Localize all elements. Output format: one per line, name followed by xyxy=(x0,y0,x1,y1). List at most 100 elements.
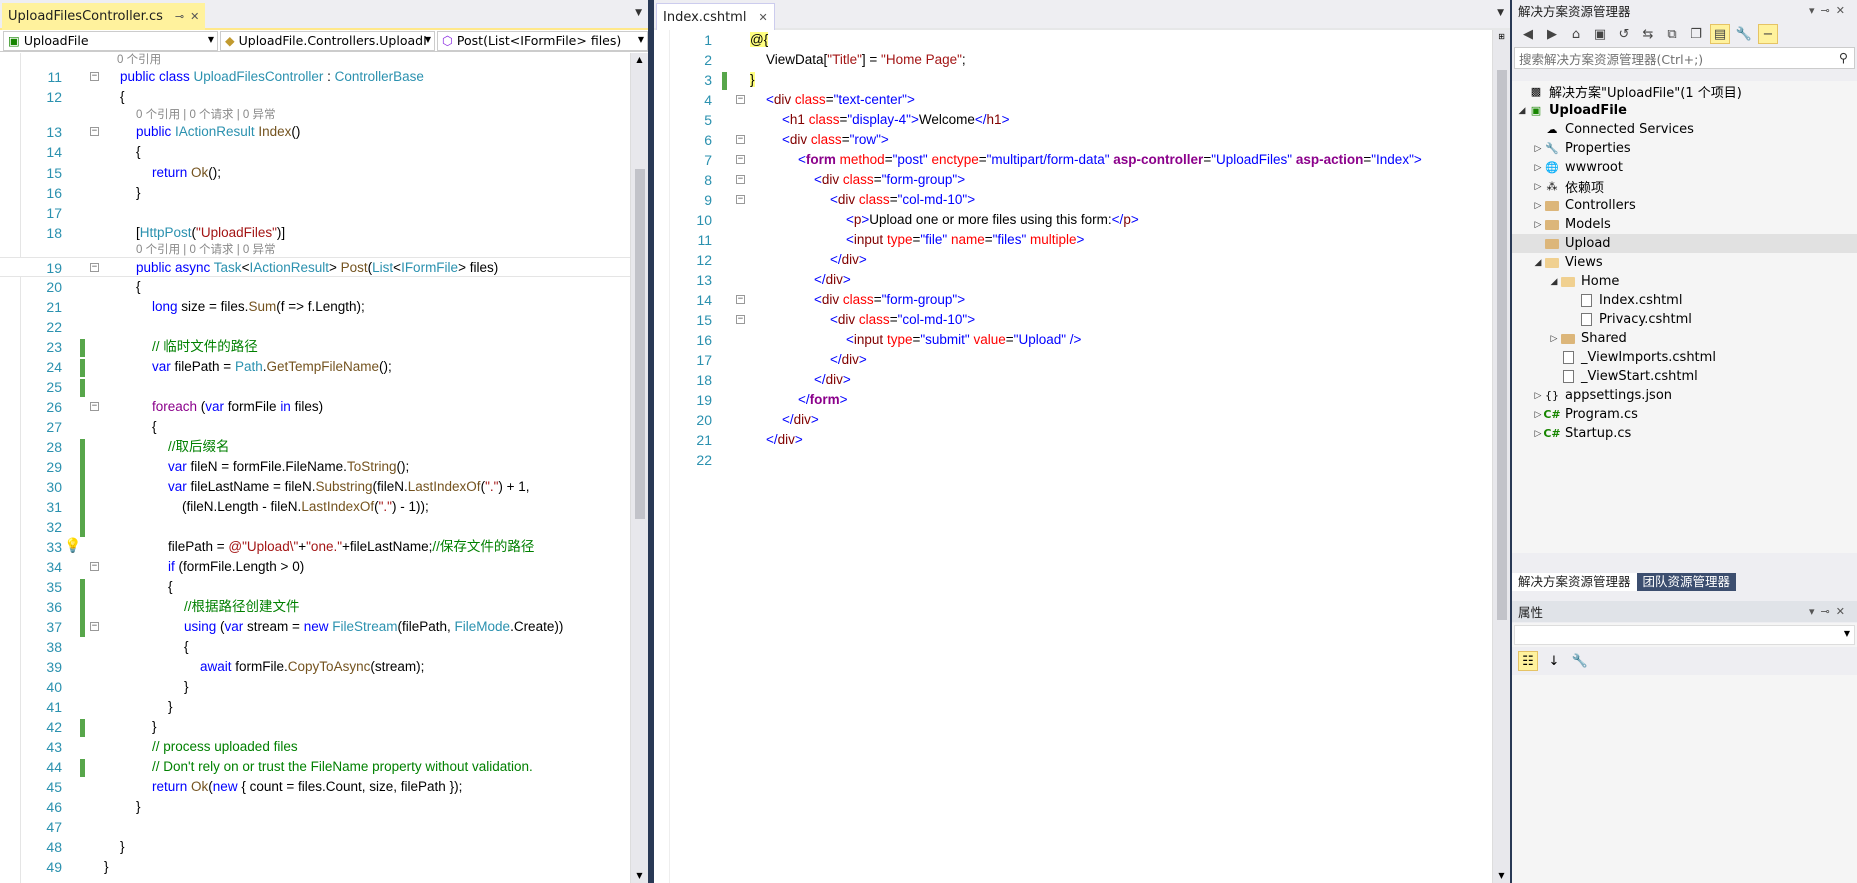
line-number: 18 xyxy=(46,225,62,241)
collapsed-icon[interactable]: ▷ xyxy=(1532,429,1544,439)
sync-icon[interactable]: ⇆ xyxy=(1638,24,1658,44)
pin-icon[interactable]: − xyxy=(1758,24,1778,44)
collapse-icon[interactable]: − xyxy=(90,562,99,571)
tree-item-connected-services[interactable]: ☁ Connected Services xyxy=(1512,120,1857,139)
code-area[interactable]: 0 个引用 11 − public class UploadFilesControl… xyxy=(0,53,648,883)
tree-item-shared[interactable]: ▷ Shared xyxy=(1512,329,1857,348)
line-number: 41 xyxy=(46,699,62,715)
tab-team-explorer[interactable]: 团队资源管理器 xyxy=(1636,573,1737,591)
tab-uploadfilescontroller[interactable]: UploadFilesController.cs ⊸ ✕ xyxy=(2,3,206,30)
collapse-icon[interactable]: − xyxy=(736,175,745,184)
tree-item-solution[interactable]: ▩ 解决方案"UploadFile"(1 个项目) xyxy=(1512,82,1857,101)
line-number: 48 xyxy=(46,839,62,855)
tab-solution-explorer[interactable]: 解决方案资源管理器 xyxy=(1512,573,1637,591)
tree-item-upload[interactable]: Upload xyxy=(1512,234,1857,253)
search-icon[interactable]: ⚲ xyxy=(1839,50,1848,65)
tree-item-dependencies[interactable]: ▷ ⁂ 依赖项 xyxy=(1512,177,1857,196)
tree-item-program-cs[interactable]: ▷ C# Program.cs xyxy=(1512,405,1857,424)
object-selector-dropdown[interactable]: ▼ xyxy=(1514,625,1855,645)
collapse-icon[interactable]: − xyxy=(90,72,99,81)
tree-item-viewstart[interactable]: _ViewStart.cshtml xyxy=(1512,367,1857,386)
collapsed-icon[interactable]: ▷ xyxy=(1532,144,1544,154)
alphabetical-icon[interactable]: ↓ xyxy=(1544,651,1564,671)
code-line: } xyxy=(152,719,157,734)
collapse-icon[interactable]: − xyxy=(90,127,99,136)
code-line: <div class="form-group"> xyxy=(814,292,966,307)
tab-list-dropdown-icon[interactable]: ▼ xyxy=(1497,8,1504,18)
collapse-icon[interactable]: − xyxy=(90,402,99,411)
home-icon[interactable]: ⌂ xyxy=(1566,24,1586,44)
tree-item-models[interactable]: ▷ Models xyxy=(1512,215,1857,234)
collapse-icon[interactable]: − xyxy=(736,155,745,164)
collapse-icon[interactable]: − xyxy=(736,195,745,204)
codelens[interactable]: 0 个引用 | 0 个请求 | 0 异常 xyxy=(136,243,276,257)
scroll-down-icon[interactable]: ▼ xyxy=(1493,869,1510,883)
solution-search-input[interactable]: 搜索解决方案资源管理器(Ctrl+;) ⚲ xyxy=(1514,47,1855,69)
line-number: 13 xyxy=(696,272,712,288)
tree-item-label: 依赖项 xyxy=(1565,181,1605,196)
close-icon[interactable]: ✕ xyxy=(190,10,199,23)
type-dropdown[interactable]: ◆ UploadFile.Controllers.UploadI ▼ xyxy=(220,30,435,51)
collapse-icon[interactable]: − xyxy=(736,295,745,304)
line-number: 9 xyxy=(704,192,712,208)
tab-index-cshtml[interactable]: Index.cshtml ✕ xyxy=(656,3,775,30)
collapse-all-icon[interactable]: ⧉ xyxy=(1662,24,1682,44)
expanded-icon[interactable]: ◢ xyxy=(1548,277,1560,287)
scroll-down-icon[interactable]: ▼ xyxy=(631,869,648,883)
close-icon[interactable]: ✕ xyxy=(758,11,767,24)
tree-item-properties[interactable]: ▷ 🔧 Properties xyxy=(1512,139,1857,158)
tree-item-index-cshtml[interactable]: Index.cshtml xyxy=(1512,291,1857,310)
scroll-thumb[interactable] xyxy=(635,169,645,519)
categorized-icon[interactable]: ☷ xyxy=(1518,651,1538,671)
window-controls[interactable]: ▾⊸✕ xyxy=(1809,605,1851,618)
tree-item-appsettings[interactable]: ▷{} appsettings.json xyxy=(1512,386,1857,405)
properties-wrench-icon[interactable]: 🔧 xyxy=(1734,24,1754,44)
split-icon[interactable]: ⊞ xyxy=(1493,30,1510,44)
tree-item-privacy-cshtml[interactable]: Privacy.cshtml xyxy=(1512,310,1857,329)
forward-icon[interactable]: ▶ xyxy=(1542,24,1562,44)
wrench-icon[interactable]: 🔧 xyxy=(1570,651,1590,671)
tree-item-project[interactable]: ◢ ▣ UploadFile xyxy=(1512,101,1857,120)
tree-item-wwwroot[interactable]: ▷ 🌐 wwwroot xyxy=(1512,158,1857,177)
member-dropdown[interactable]: ⬡ Post(List<IFormFile> files) ▼ xyxy=(437,30,648,51)
vertical-scrollbar[interactable]: ⊞ ▼ xyxy=(1492,30,1510,883)
collapse-icon[interactable]: − xyxy=(736,135,745,144)
codelens[interactable]: 0 个引用 xyxy=(117,53,161,67)
collapsed-icon[interactable]: ▷ xyxy=(1532,391,1544,401)
collapsed-icon[interactable]: ▷ xyxy=(1532,163,1544,173)
tree-item-startup-cs[interactable]: ▷ C# Startup.cs xyxy=(1512,424,1857,443)
scroll-up-icon[interactable]: ▲ xyxy=(631,53,648,67)
collapse-icon[interactable]: − xyxy=(90,622,99,631)
project-dropdown[interactable]: ▣ UploadFile ▼ xyxy=(3,30,218,51)
collapse-icon[interactable]: − xyxy=(736,315,745,324)
tree-item-controllers[interactable]: ▷ Controllers xyxy=(1512,196,1857,215)
expanded-icon[interactable]: ◢ xyxy=(1516,106,1528,116)
vertical-scrollbar[interactable]: ▲ ▼ xyxy=(630,53,648,883)
expanded-icon[interactable]: ◢ xyxy=(1532,258,1544,268)
lightbulb-icon[interactable]: 💡 xyxy=(64,538,81,554)
line-number: 14 xyxy=(46,144,62,160)
collapsed-icon[interactable]: ▷ xyxy=(1532,220,1544,230)
tree-item-viewimports[interactable]: _ViewImports.cshtml xyxy=(1512,348,1857,367)
pin-icon[interactable]: ⊸ xyxy=(175,10,184,23)
code-area[interactable]: 1 @{ 2 ViewData["Title"] = "Home Page"; 3}… xyxy=(654,30,1510,883)
collapse-icon[interactable]: − xyxy=(736,95,745,104)
window-controls[interactable]: ▾⊸✕ xyxy=(1809,4,1851,17)
history-icon[interactable]: ↺ xyxy=(1614,24,1634,44)
switch-views-icon[interactable]: ▣ xyxy=(1590,24,1610,44)
tree-item-home[interactable]: ◢ Home xyxy=(1512,272,1857,291)
preview-icon[interactable]: ▤ xyxy=(1710,24,1730,44)
collapsed-icon[interactable]: ▷ xyxy=(1532,410,1544,420)
collapsed-icon[interactable]: ▷ xyxy=(1532,201,1544,211)
back-icon[interactable]: ◀ xyxy=(1518,24,1538,44)
codelens[interactable]: 0 个引用 | 0 个请求 | 0 异常 xyxy=(136,108,276,122)
collapsed-icon[interactable]: ▷ xyxy=(1548,334,1560,344)
line-number: 20 xyxy=(696,412,712,428)
code-line: if (formFile.Length > 0) xyxy=(168,559,305,574)
show-all-files-icon[interactable]: ❐ xyxy=(1686,24,1706,44)
tree-item-views[interactable]: ◢ Views xyxy=(1512,253,1857,272)
collapse-icon[interactable]: − xyxy=(90,263,99,272)
tab-list-dropdown-icon[interactable]: ▼ xyxy=(635,8,642,18)
scroll-thumb[interactable] xyxy=(1497,70,1507,620)
collapsed-icon[interactable]: ▷ xyxy=(1532,182,1544,192)
